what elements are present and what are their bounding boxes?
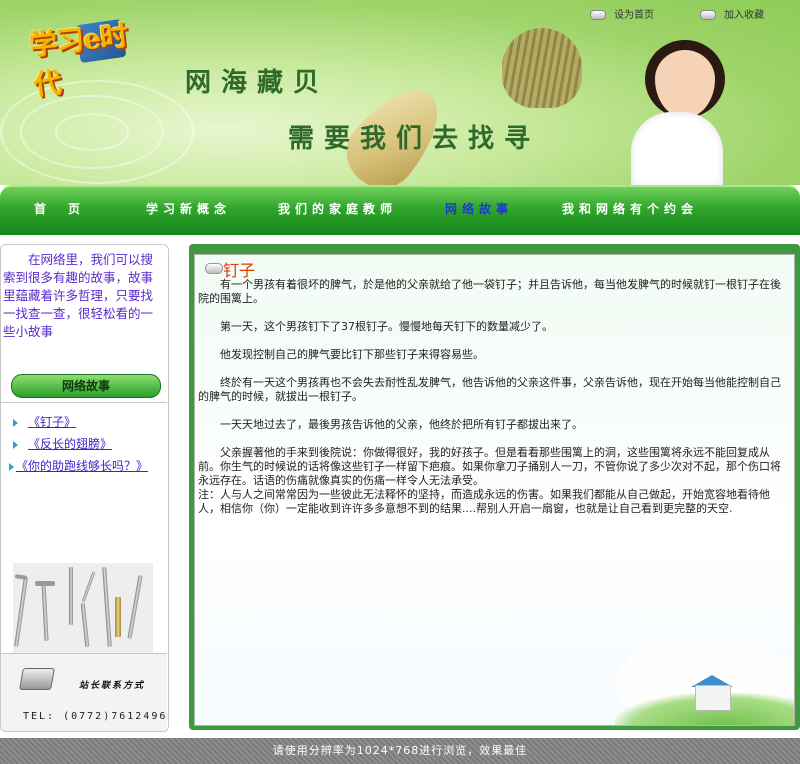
contact-tel: TEL: (0772)7612496: [23, 711, 168, 722]
girl-dress: [631, 112, 723, 185]
story-link-runway[interactable]: 《你的助跑线够长吗？》: [9, 457, 148, 474]
story-link-label: 《反长的翅膀》: [28, 437, 113, 451]
article-paragraph: 他发现控制自己的脾气要比钉下那些钉子来得容易些。: [220, 348, 484, 361]
article-paragraph: 第一天，这个男孩钉下了37根钉子。慢慢地每天钉下的数量减少了。: [220, 320, 553, 333]
set-homepage-label: 设为首页: [614, 10, 654, 21]
pill-icon: [700, 10, 716, 20]
story-link-label: 《你的助跑线够长吗？》: [16, 459, 149, 473]
triangle-bullet-icon: [9, 462, 14, 471]
footer: 请使用分辨率为1024*768进行浏览，效果最佳: [0, 738, 800, 764]
set-homepage-link[interactable]: 设为首页: [590, 6, 654, 21]
nav-web-date[interactable]: 我和网络有个约会: [562, 200, 698, 217]
nav-new-concepts[interactable]: 学习新概念: [146, 200, 231, 217]
banner-headline-2: 需要我们去找寻: [288, 124, 541, 154]
contact-title: 站长联系方式: [79, 681, 146, 691]
nav-home[interactable]: 首 页: [34, 200, 85, 217]
nav-web-stories[interactable]: 网络故事: [445, 200, 513, 217]
add-favorite-link[interactable]: 加入收藏: [700, 6, 764, 21]
article-paragraph: 终於有一天这个男孩再也不会失去耐性乱发脾气，他告诉他的父亲这件事，父亲告诉他，现…: [198, 376, 781, 403]
article-paragraph: 一天天地过去了，最後男孩告诉他的父亲，他终於把所有钉子都拔出来了。: [220, 418, 583, 431]
article-body: 有一个男孩有着很坏的脾气，於是他的父亲就给了他一袋钉子；并且告诉他，每当他发脾气…: [198, 278, 790, 516]
story-link-wings[interactable]: 《反长的翅膀》: [13, 435, 112, 452]
pill-icon: [590, 10, 606, 20]
scallop-shell-image: [502, 28, 582, 108]
pill-icon: [205, 263, 223, 274]
site-logo[interactable]: 学习e时代: [27, 12, 147, 102]
nav-home-tutor[interactable]: 我们的家庭教师: [278, 200, 397, 217]
house-decoration: [695, 685, 731, 711]
article-panel: 钉子 有一个男孩有着很坏的脾气，於是他的父亲就给了他一袋钉子；并且告诉他，每当他…: [194, 254, 795, 726]
header-banner: 学习e时代 网海藏贝 需要我们去找寻 设为首页 加入收藏: [0, 0, 800, 185]
sidebar-intro: 在网络里，我们可以搜索到很多有趣的故事，故事里蕴藏着许多哲理，只要找一找查一查，…: [3, 252, 154, 339]
story-link-label: 《钉子》: [28, 415, 77, 429]
article-paragraph: 有一个男孩有着很坏的脾气，於是他的父亲就给了他一袋钉子；并且告诉他，每当他发脾气…: [198, 278, 781, 305]
article-note: 注：人与人之间常常因为一些彼此无法释怀的坚持，而造成永远的伤害。如果我们都能从自…: [198, 488, 770, 515]
banner-headline-1: 网海藏贝: [185, 68, 330, 98]
divider: [1, 402, 167, 403]
article-paragraph: 父亲握著他的手来到後院说：你做得很好，我的好孩子。但是看看那些围篱上的洞，这些围…: [198, 446, 781, 487]
triangle-bullet-icon: [13, 418, 18, 427]
section-title-web-stories: 网络故事: [11, 374, 161, 398]
story-link-nail[interactable]: 《钉子》: [13, 413, 76, 430]
girl-face: [645, 40, 725, 118]
water-ripple: [55, 113, 129, 151]
nails-image: [13, 563, 153, 653]
sidebar: 在网络里，我们可以搜索到很多有趣的故事，故事里蕴藏着许多哲理，只要找一找查一查，…: [0, 244, 169, 732]
footer-text: 请使用分辨率为1024*768进行浏览，效果最佳: [272, 744, 528, 757]
triangle-bullet-icon: [13, 440, 18, 449]
contact-area: 站长联系方式 TEL: (0772)7612496: [1, 653, 167, 731]
girl-photo: [625, 20, 730, 185]
main-content: 钉子 有一个男孩有着很坏的脾气，於是他的父亲就给了他一袋钉子；并且告诉他，每当他…: [189, 244, 800, 730]
main-nav: 首 页 学习新概念 我们的家庭教师 网络故事 我和网络有个约会: [0, 185, 800, 235]
phone-icon: [19, 668, 55, 690]
add-favorite-label: 加入收藏: [724, 10, 764, 21]
